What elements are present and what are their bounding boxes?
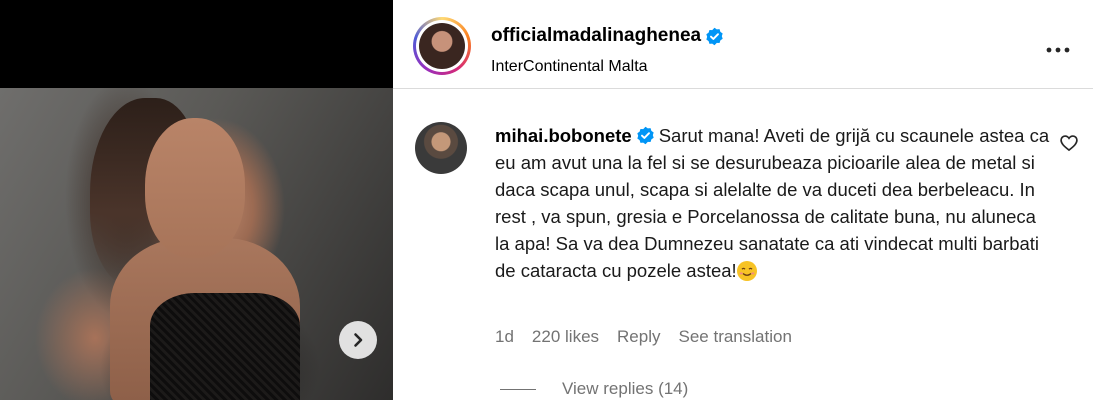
reply-button[interactable]: Reply bbox=[617, 327, 660, 347]
face-emoji-icon bbox=[736, 261, 757, 281]
next-image-button[interactable] bbox=[339, 321, 377, 359]
comment-meta: 1d 220 likes Reply See translation bbox=[495, 327, 792, 347]
comment-body: mihai.bobonete Sarut mana! Aveti de grij… bbox=[495, 122, 1055, 284]
post-location[interactable]: InterContinental Malta bbox=[491, 58, 648, 76]
comment-likes[interactable]: 220 likes bbox=[532, 327, 599, 347]
post-header: officialmadalinaghenea InterContinental … bbox=[393, 0, 1093, 88]
view-replies-button[interactable]: View replies (14) bbox=[500, 379, 688, 399]
like-comment-button[interactable] bbox=[1059, 133, 1079, 153]
chevron-right-icon bbox=[354, 333, 363, 347]
author-avatar[interactable] bbox=[413, 17, 471, 75]
comment-text: Sarut mana! Aveti de grijă cu scaunele a… bbox=[495, 125, 1050, 281]
verified-badge-icon bbox=[706, 27, 723, 45]
post-photo bbox=[0, 88, 393, 400]
heart-outline-icon bbox=[1060, 135, 1078, 152]
commenter-avatar[interactable] bbox=[415, 122, 467, 174]
author-username[interactable]: officialmadalinaghenea bbox=[491, 25, 728, 47]
view-replies-label[interactable]: View replies (14) bbox=[562, 379, 688, 399]
commenter-username[interactable]: mihai.bobonete bbox=[495, 125, 632, 146]
more-options-button[interactable] bbox=[1044, 40, 1072, 60]
more-horizontal-icon bbox=[1046, 47, 1070, 53]
post-media bbox=[0, 0, 393, 400]
replies-divider bbox=[500, 388, 536, 390]
see-translation-button[interactable]: See translation bbox=[679, 327, 792, 347]
comment: mihai.bobonete Sarut mana! Aveti de grij… bbox=[393, 89, 1093, 400]
verified-badge-icon bbox=[637, 126, 654, 145]
comment-age[interactable]: 1d bbox=[495, 327, 514, 347]
